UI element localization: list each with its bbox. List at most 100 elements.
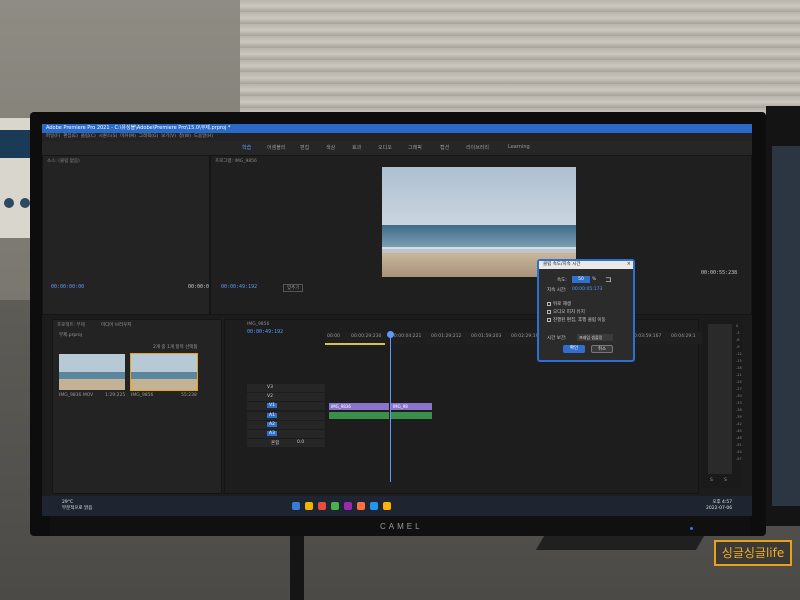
tab-color[interactable]: 색상 bbox=[326, 144, 335, 151]
video-clip-1[interactable]: IMG_9836 bbox=[329, 403, 389, 410]
speed-input[interactable]: 50 bbox=[572, 276, 590, 283]
interp-label: 시간 보간: bbox=[547, 336, 567, 341]
meter-tick: -6 bbox=[736, 338, 740, 342]
taskbar-app-icon[interactable] bbox=[292, 502, 300, 510]
timeline-timecode: 00:00:49:192 bbox=[247, 329, 284, 335]
system-clock[interactable]: 오후 4:57 2022-07-06 bbox=[706, 500, 732, 512]
fit-dropdown[interactable]: 맞추기 bbox=[283, 284, 304, 292]
ripple-label: 진행된 편집, 후행 클립 이동 bbox=[553, 318, 606, 323]
track-label-v2: V2 bbox=[267, 394, 273, 399]
meter-tick: -3 bbox=[736, 331, 740, 335]
ok-button[interactable]: 확인 bbox=[563, 345, 585, 353]
menu-sequence[interactable]: 시퀀스(S) bbox=[99, 134, 118, 139]
tab-captions[interactable]: 캡션 bbox=[440, 144, 449, 151]
tab-audio[interactable]: 오디오 bbox=[378, 144, 392, 151]
menu-clip[interactable]: 클립(C) bbox=[81, 134, 96, 139]
ruler-label: 00:01:59:203 bbox=[471, 334, 502, 339]
window-blind bbox=[240, 0, 800, 120]
meter-tick: -57 bbox=[736, 457, 742, 461]
timeline-tab[interactable]: IMG_9856 bbox=[247, 322, 269, 327]
reverse-checkbox[interactable] bbox=[547, 302, 551, 306]
program-timecode: 00:00:49:192 bbox=[221, 284, 258, 290]
monitor-stand bbox=[535, 536, 705, 550]
interp-select[interactable]: 프레임 샘플링 bbox=[577, 334, 613, 341]
right-monitor bbox=[766, 106, 800, 526]
thumb-img-9856[interactable] bbox=[130, 353, 198, 391]
taskbar-app-icon[interactable] bbox=[357, 502, 365, 510]
meter-bar bbox=[708, 324, 732, 474]
blog-watermark: 싱글싱글life bbox=[714, 540, 792, 566]
menu-view[interactable]: 보기(V) bbox=[161, 134, 176, 139]
ripple-checkbox[interactable] bbox=[547, 318, 551, 322]
track-head-a2[interactable]: A2 bbox=[247, 421, 325, 429]
taskbar-app-icon[interactable] bbox=[370, 502, 378, 510]
menu-help[interactable]: 도움말(H) bbox=[194, 134, 213, 139]
track-head-mix: 혼합 0.0 bbox=[247, 439, 325, 447]
meter-tick: -12 bbox=[736, 352, 742, 356]
tab-libraries[interactable]: 라이브러리 bbox=[466, 144, 489, 151]
track-head-a1[interactable]: A1 bbox=[247, 412, 325, 420]
taskbar-app-icon[interactable] bbox=[318, 502, 326, 510]
menu-graphics[interactable]: 그래픽(G) bbox=[139, 134, 158, 139]
menu-file[interactable]: 파일(F) bbox=[46, 134, 60, 139]
taskbar-app-icon[interactable] bbox=[331, 502, 339, 510]
media-browser-tab[interactable]: 미디어 브라우저 bbox=[101, 322, 131, 328]
playhead-line[interactable] bbox=[390, 332, 391, 482]
tab-assembly[interactable]: 어셈블리 bbox=[267, 144, 285, 151]
menu-bar: 파일(F) 편집(E) 클립(C) 시퀀스(S) 마커(M) 그래픽(G) 보기… bbox=[42, 133, 752, 141]
close-icon[interactable]: × bbox=[627, 261, 631, 267]
tab-learning[interactable]: Learning bbox=[508, 144, 530, 150]
windows-taskbar bbox=[42, 496, 752, 516]
program-panel-title: 프로그램: IMG_9856 bbox=[215, 159, 257, 164]
thumb-img-9836[interactable] bbox=[59, 354, 125, 390]
speed-unit: % bbox=[592, 277, 597, 282]
playhead-handle[interactable] bbox=[387, 331, 394, 338]
screen: Adobe Premiere Pro 2021 - C:\유싱블\Adobe\P… bbox=[42, 124, 752, 516]
dialog-title: 클립 속도/지속 시간 bbox=[539, 261, 633, 269]
ruler-label: 00:00 bbox=[327, 334, 340, 339]
tab-learn[interactable]: 학습 bbox=[242, 144, 251, 151]
meter-tick: -18 bbox=[736, 366, 742, 370]
clip-label: IMG_98 bbox=[393, 404, 408, 409]
meter-tick: -27 bbox=[736, 387, 742, 391]
audio-clip-2[interactable] bbox=[391, 412, 432, 419]
tab-edit[interactable]: 편집 bbox=[300, 144, 309, 151]
meter-tick: -33 bbox=[736, 401, 742, 405]
track-head-v1[interactable]: V1 bbox=[247, 402, 325, 410]
track-head-v3[interactable]: V3 bbox=[247, 384, 325, 392]
track-head-a3[interactable]: A3 bbox=[247, 430, 325, 438]
cable bbox=[290, 536, 304, 600]
video-clip-2[interactable]: IMG_98 bbox=[391, 403, 432, 410]
audio-clip-1[interactable] bbox=[329, 412, 389, 419]
menu-edit[interactable]: 편집(E) bbox=[63, 134, 78, 139]
ruler-label: 00:00:29:230 bbox=[351, 334, 382, 339]
taskbar-app-icon[interactable] bbox=[305, 502, 313, 510]
tab-effects[interactable]: 효과 bbox=[352, 144, 361, 151]
link-icon[interactable]: ⊐ bbox=[605, 275, 612, 284]
menu-window[interactable]: 창(W) bbox=[179, 134, 191, 139]
mix-value: 0.0 bbox=[297, 440, 305, 445]
project-tab[interactable]: 프로젝트: 무제 bbox=[57, 322, 85, 328]
track-head-v2[interactable]: V2 bbox=[247, 393, 325, 401]
app-titlebar: Adobe Premiere Pro 2021 - C:\유싱블\Adobe\P… bbox=[42, 124, 752, 133]
cancel-button[interactable]: 취소 bbox=[591, 345, 613, 353]
menu-marker[interactable]: 마커(M) bbox=[120, 134, 136, 139]
item-name-2: IMG_9856 bbox=[131, 393, 154, 398]
meter-tick: -51 bbox=[736, 443, 742, 447]
work-area-bar[interactable] bbox=[325, 343, 385, 345]
solo-button[interactable]: S bbox=[724, 478, 727, 483]
meter-tick: -54 bbox=[736, 450, 742, 454]
weather-widget[interactable]: 29°C 부분적으로 맑음 bbox=[62, 500, 92, 512]
pitch-checkbox[interactable] bbox=[547, 310, 551, 314]
tab-graphics[interactable]: 그래픽 bbox=[408, 144, 422, 151]
source-duration: 00:00:0 bbox=[188, 284, 210, 290]
taskbar-app-icon[interactable] bbox=[383, 502, 391, 510]
meter-tick: -15 bbox=[736, 359, 742, 363]
taskbar-app-icon[interactable] bbox=[344, 502, 352, 510]
meter-tick: -30 bbox=[736, 394, 742, 398]
monitor-brand: CAMEL bbox=[380, 522, 423, 531]
duration-value[interactable]: 00:00:05:173 bbox=[572, 287, 602, 292]
clip-label: IMG_9836 bbox=[331, 404, 351, 409]
audio-meter: 0 -3 -6 -9 -12 -15 -18 -21 -24 -27 -30 -… bbox=[702, 320, 742, 488]
solo-button[interactable]: S bbox=[710, 478, 713, 483]
